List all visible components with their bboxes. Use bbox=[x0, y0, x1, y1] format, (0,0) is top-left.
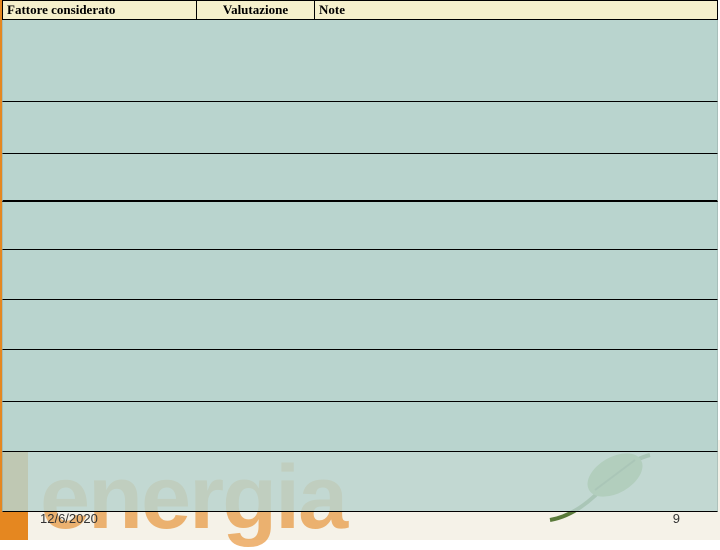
table-row bbox=[2, 202, 718, 250]
table-row bbox=[2, 250, 718, 300]
table-row bbox=[2, 102, 718, 154]
footer-date: 12/6/2020 bbox=[40, 511, 98, 526]
header-valutazione: Valutazione bbox=[197, 1, 315, 19]
header-fattore: Fattore considerato bbox=[2, 1, 197, 19]
footer-page-number: 9 bbox=[673, 511, 680, 526]
table-row bbox=[2, 452, 718, 512]
table-header-row: Fattore considerato Valutazione Note bbox=[2, 0, 718, 20]
table-row bbox=[2, 154, 718, 202]
evaluation-table: Fattore considerato Valutazione Note bbox=[2, 0, 718, 512]
table-row bbox=[2, 20, 718, 102]
slide-content: Fattore considerato Valutazione Note bbox=[0, 0, 720, 512]
table-row bbox=[2, 402, 718, 452]
table-row bbox=[2, 350, 718, 402]
header-note: Note bbox=[315, 1, 718, 19]
table-row bbox=[2, 300, 718, 350]
slide-footer: 12/6/2020 9 bbox=[0, 511, 720, 526]
